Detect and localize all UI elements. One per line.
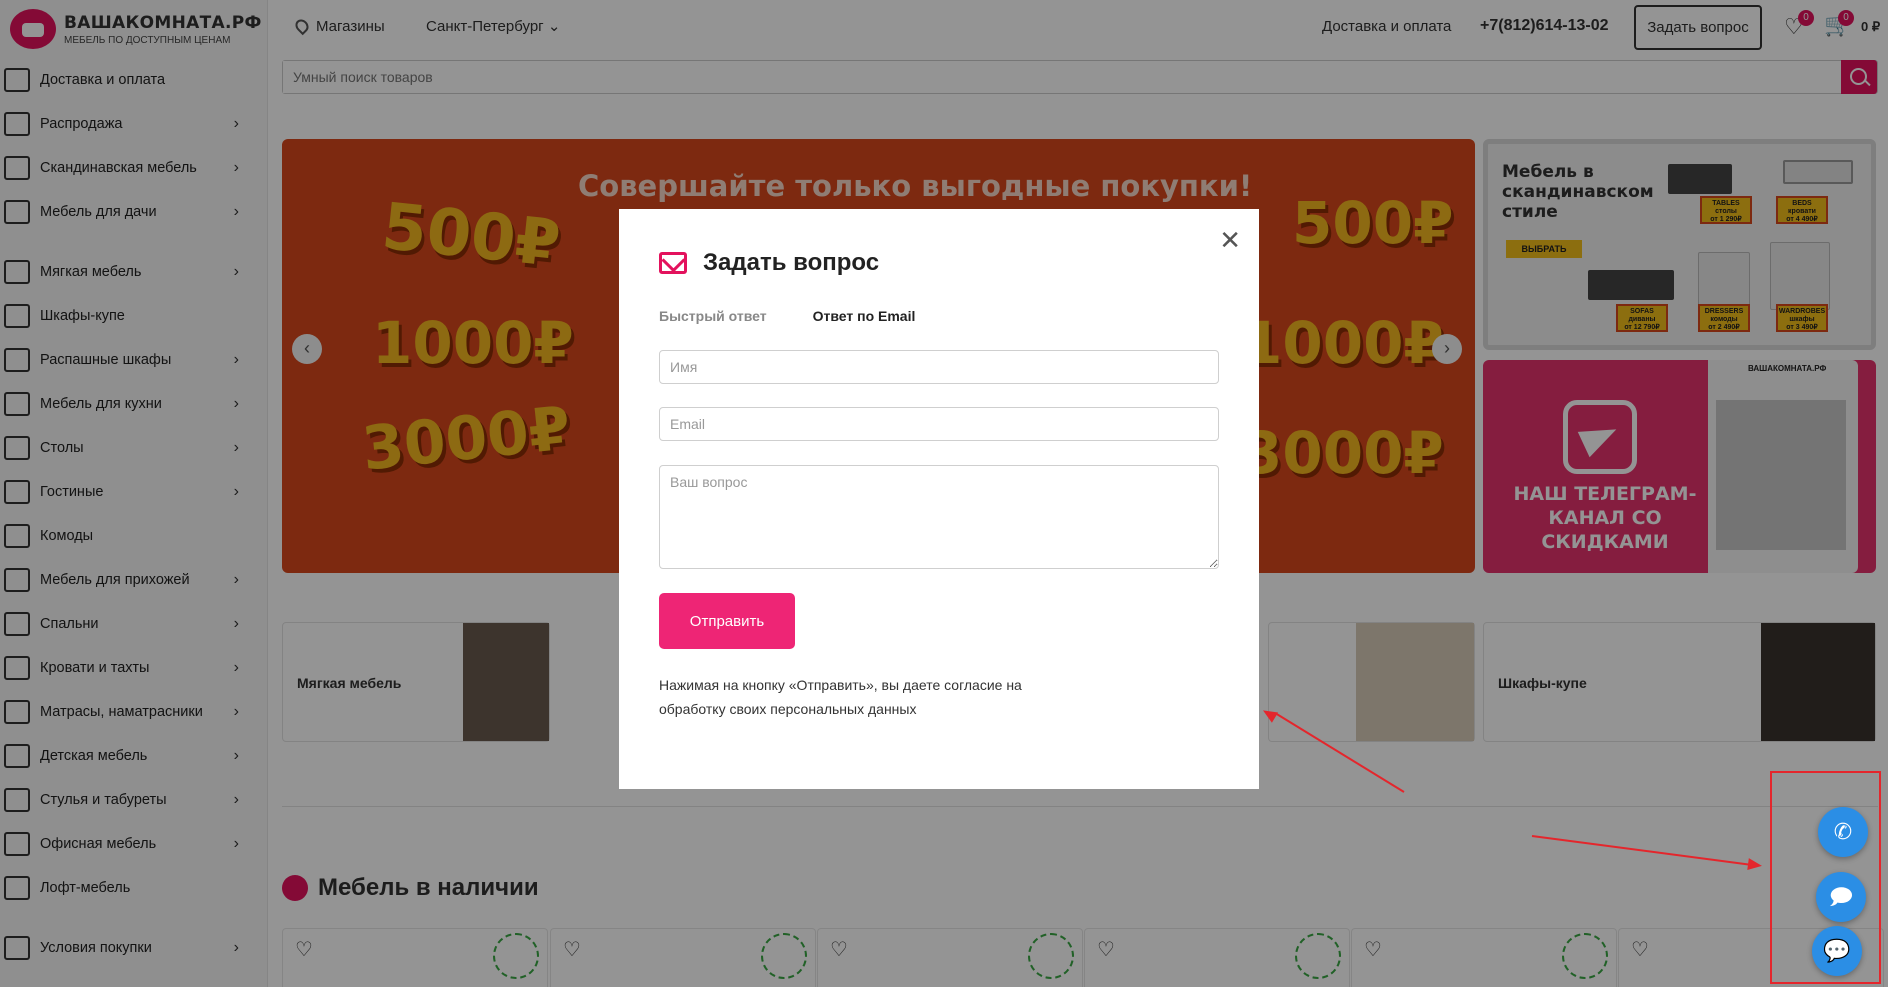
question-field[interactable] (659, 465, 1219, 569)
mail-icon (659, 252, 687, 274)
modal-header: Задать вопрос (659, 249, 879, 277)
modal-tabs: Быстрый ответ Ответ по Email (659, 308, 915, 324)
ask-question-modal: ✕ Задать вопрос Быстрый ответ Ответ по E… (619, 209, 1259, 789)
name-field[interactable] (659, 350, 1219, 384)
modal-title: Задать вопрос (703, 249, 880, 276)
tab-quick-answer[interactable]: Быстрый ответ (659, 308, 767, 324)
annotation-box (1770, 771, 1881, 984)
close-icon[interactable]: ✕ (1219, 225, 1241, 256)
email-field[interactable] (659, 407, 1219, 441)
consent-text: Нажимая на кнопку «Отправить», вы даете … (659, 677, 1022, 717)
tab-email-answer[interactable]: Ответ по Email (813, 308, 916, 324)
annotation-arrow-head (1747, 858, 1763, 872)
submit-button[interactable]: Отправить (659, 593, 795, 649)
